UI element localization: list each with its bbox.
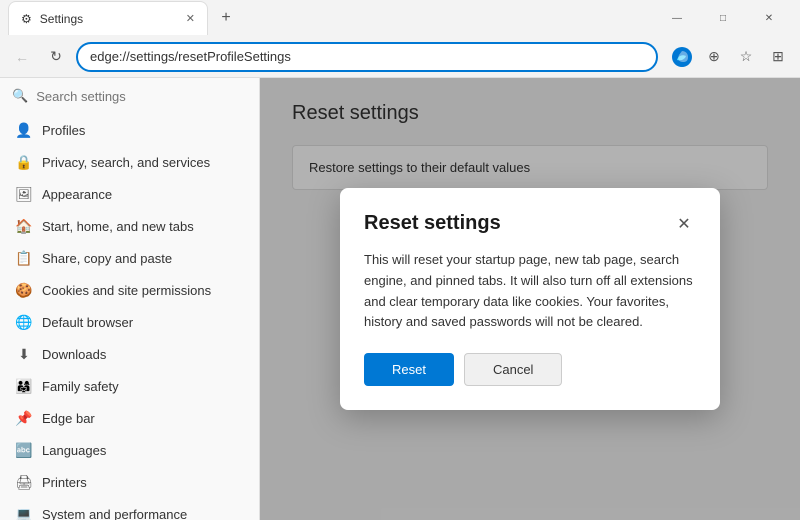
maximize-button[interactable]: □ [700,0,746,36]
home-icon: 🏠 [16,218,32,234]
system-icon: 💻 [16,506,32,520]
collections-icon[interactable]: ⊞ [764,43,792,71]
sidebar-item-languages[interactable]: 🔤 Languages [0,434,259,466]
back-button[interactable]: ← [8,43,36,71]
sidebar-item-label: Appearance [42,187,112,202]
refresh-button[interactable]: ↻ [42,43,70,71]
sidebar-item-profiles[interactable]: 👤 Profiles [0,114,259,146]
search-input[interactable] [36,89,247,104]
sidebar-item-appearance[interactable]: 🖼 Appearance [0,178,259,210]
active-tab[interactable]: ⚙ Settings ✕ [8,1,208,35]
sidebar-item-share[interactable]: 📋 Share, copy and paste [0,242,259,274]
privacy-icon: 🔒 [16,154,32,170]
address-bar-row: ← ↻ ⊕ ☆ ⊞ [0,36,800,78]
sidebar-item-label: Downloads [42,347,106,362]
sidebar-item-label: Edge bar [42,411,95,426]
sidebar-item-cookies[interactable]: 🍪 Cookies and site permissions [0,274,259,306]
sidebar-item-printers[interactable]: 🖨 Printers [0,466,259,498]
sidebar-item-label: Profiles [42,123,85,138]
tab-title: Settings [40,12,83,26]
sidebar-item-system[interactable]: 💻 System and performance [0,498,259,520]
share-icon: 📋 [16,250,32,266]
sidebar-item-family[interactable]: 👨‍👩‍👧 Family safety [0,370,259,402]
appearance-icon: 🖼 [16,186,32,202]
dialog-body: This will reset your startup page, new t… [364,250,696,333]
cookies-icon: 🍪 [16,282,32,298]
dialog-footer: Reset Cancel [364,353,696,386]
printers-icon: 🖨 [16,474,32,490]
sidebar-item-label: Start, home, and new tabs [42,219,194,234]
extensions-icon[interactable]: ⊕ [700,43,728,71]
favorites-icon[interactable]: ☆ [732,43,760,71]
sidebar-item-label: System and performance [42,507,187,520]
sidebar-item-downloads[interactable]: ⬇ Downloads [0,338,259,370]
window-controls: — □ ✕ [654,0,792,36]
main-layout: 🔍 👤 Profiles 🔒 Privacy, search, and serv… [0,78,800,520]
sidebar-item-label: Printers [42,475,87,490]
tab-bar: ⚙ Settings ✕ + — □ ✕ [0,0,800,36]
sidebar-item-start-home[interactable]: 🏠 Start, home, and new tabs [0,210,259,242]
sidebar-item-label: Share, copy and paste [42,251,172,266]
edge-bar-icon: 📌 [16,410,32,426]
close-button[interactable]: ✕ [746,0,792,36]
edge-logo-icon [668,43,696,71]
family-icon: 👨‍👩‍👧 [16,378,32,394]
dialog-title: Reset settings [364,212,501,235]
cancel-button[interactable]: Cancel [464,353,562,386]
tab-favicon: ⚙ [21,12,32,26]
minimize-button[interactable]: — [654,0,700,36]
sidebar-item-privacy[interactable]: 🔒 Privacy, search, and services [0,146,259,178]
sidebar-item-label: Languages [42,443,106,458]
tab-close-button[interactable]: ✕ [186,12,195,25]
sidebar-item-label: Family safety [42,379,119,394]
downloads-icon: ⬇ [16,346,32,362]
sidebar: 🔍 👤 Profiles 🔒 Privacy, search, and serv… [0,78,260,520]
profiles-icon: 👤 [16,122,32,138]
modal-overlay: Reset settings ✕ This will reset your st… [260,78,800,520]
reset-confirm-button[interactable]: Reset [364,353,454,386]
languages-icon: 🔤 [16,442,32,458]
sidebar-item-label: Default browser [42,315,133,330]
address-input[interactable] [76,42,658,72]
sidebar-item-label: Cookies and site permissions [42,283,211,298]
content-area: Reset settings Restore settings to their… [260,78,800,520]
browser-chrome: ⚙ Settings ✕ + — □ ✕ ← ↻ ⊕ ☆ ⊞ [0,0,800,78]
reset-dialog: Reset settings ✕ This will reset your st… [340,188,720,410]
sidebar-item-label: Privacy, search, and services [42,155,210,170]
search-icon: 🔍 [12,88,28,104]
dialog-header: Reset settings ✕ [364,212,696,236]
toolbar-icons: ⊕ ☆ ⊞ [668,43,792,71]
sidebar-item-edge-bar[interactable]: 📌 Edge bar [0,402,259,434]
new-tab-button[interactable]: + [212,4,240,32]
browser-icon: 🌐 [16,314,32,330]
search-box[interactable]: 🔍 [0,78,259,114]
sidebar-item-default-browser[interactable]: 🌐 Default browser [0,306,259,338]
dialog-close-button[interactable]: ✕ [672,212,696,236]
